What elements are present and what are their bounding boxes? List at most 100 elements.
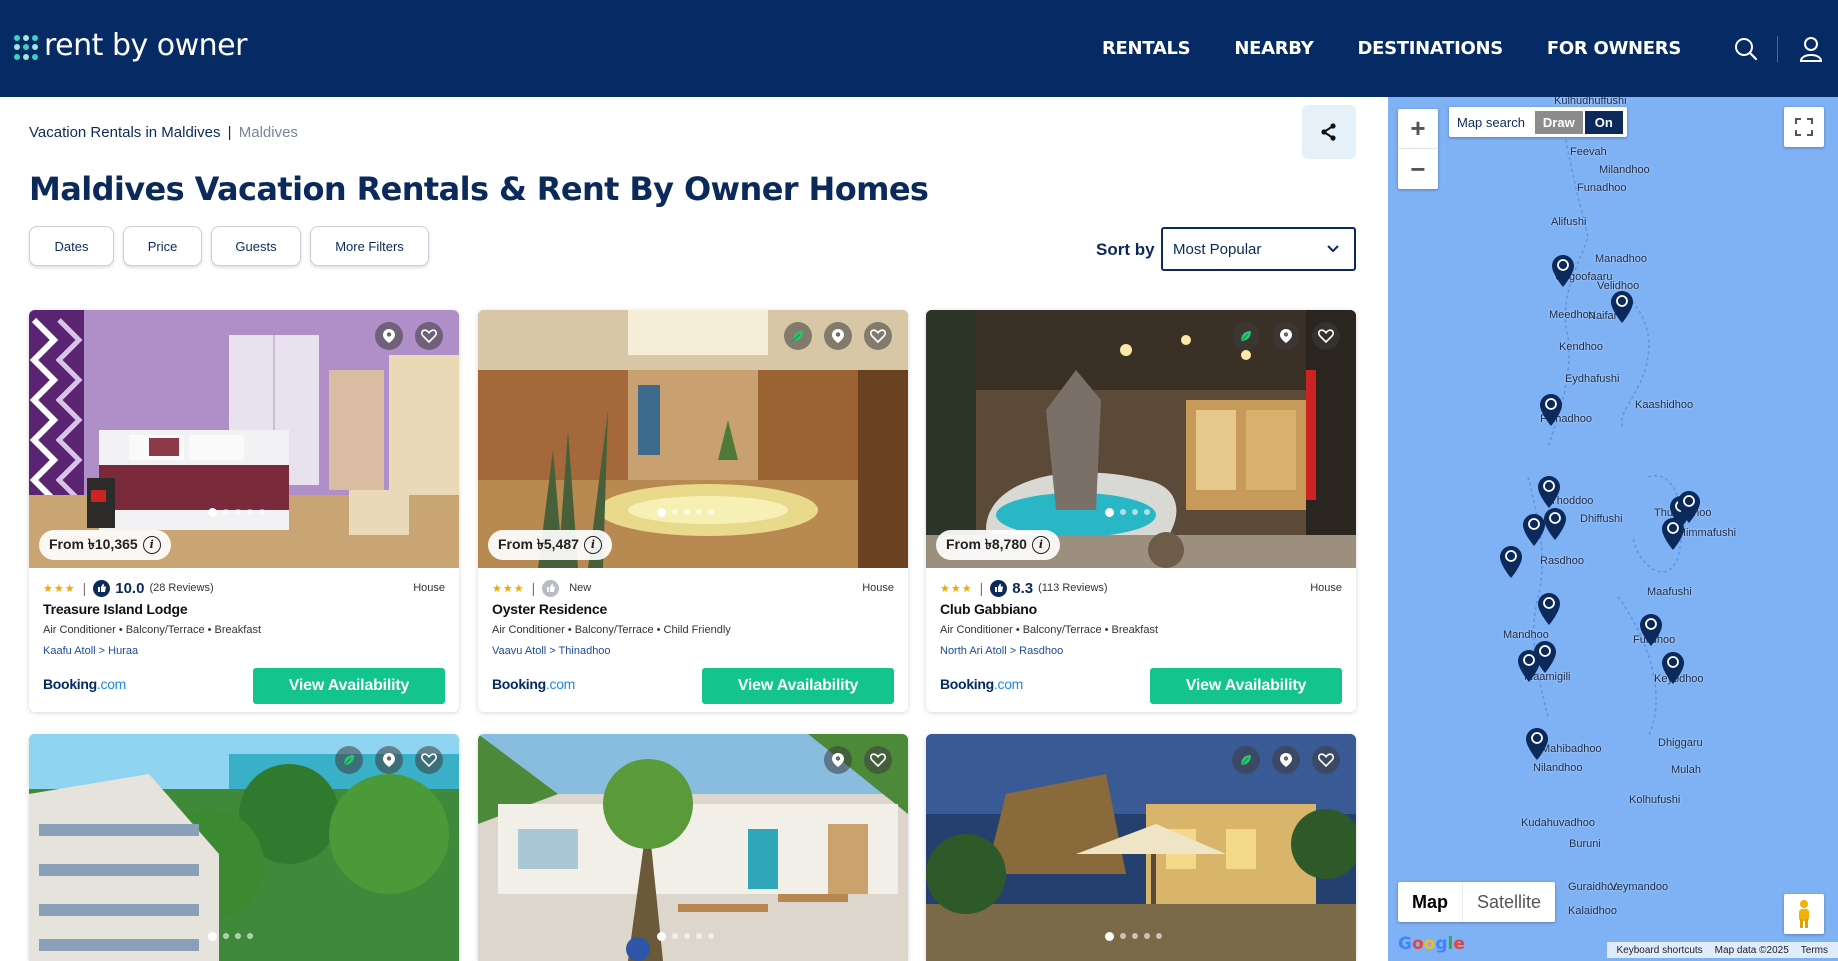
listing-card[interactable] — [478, 734, 908, 961]
heart-icon[interactable] — [1312, 746, 1340, 774]
listing-card[interactable]: From ৳5,487 i ★★★ | New House Oyster Res… — [478, 310, 908, 712]
info-icon[interactable]: i — [1031, 536, 1050, 554]
info-icon[interactable]: i — [583, 536, 602, 554]
map-marker-icon[interactable] — [1661, 651, 1685, 685]
map-search-label: Map search — [1457, 114, 1525, 130]
view-availability-button[interactable]: View Availability — [1150, 668, 1342, 704]
share-button[interactable] — [1302, 105, 1356, 159]
carousel-dots[interactable] — [1105, 508, 1156, 517]
listing-photo[interactable]: From ৳8,780 i — [926, 310, 1356, 568]
carousel-dots[interactable] — [657, 508, 720, 517]
map-pin-icon[interactable] — [375, 322, 403, 350]
carousel-dots[interactable] — [208, 932, 259, 941]
map-canvas[interactable] — [1388, 97, 1838, 961]
info-icon[interactable]: i — [142, 536, 161, 554]
heart-icon[interactable] — [1312, 322, 1340, 350]
listing-photo[interactable]: From ৳5,487 i — [478, 310, 908, 568]
map-place-label: Feevah — [1570, 146, 1607, 158]
carousel-dots[interactable] — [208, 508, 271, 517]
search-icon[interactable] — [1731, 34, 1761, 64]
logo[interactable]: rent by owner — [14, 28, 247, 63]
terms-link[interactable]: Terms — [1801, 945, 1828, 956]
listing-name[interactable]: Oyster Residence — [492, 601, 607, 617]
map-type-map-button[interactable]: Map — [1398, 882, 1463, 922]
filter-dates-button[interactable]: Dates — [29, 226, 114, 266]
review-count: (28 Reviews) — [149, 582, 214, 594]
map-pin-icon[interactable] — [375, 746, 403, 774]
booking-logo: Booking.com — [940, 676, 1024, 692]
thumbs-up-icon — [93, 579, 111, 597]
breadcrumb-parent[interactable]: Vacation Rentals in Maldives — [29, 124, 220, 141]
eco-leaf-icon — [1232, 746, 1260, 774]
review-count: (113 Reviews) — [1038, 582, 1108, 594]
draw-button[interactable]: Draw — [1534, 110, 1583, 134]
heart-icon[interactable] — [415, 322, 443, 350]
listing-location[interactable]: Kaafu Atoll > Huraa — [43, 645, 138, 657]
carousel-dots[interactable] — [657, 932, 720, 941]
map-panel[interactable]: Kulhudhuffushi Feevah Milandhoo Funadhoo… — [1388, 97, 1838, 961]
listing-location[interactable]: Vaavu Atoll > Thinadhoo — [492, 645, 611, 657]
fullscreen-button[interactable] — [1784, 107, 1824, 147]
heart-icon[interactable] — [864, 322, 892, 350]
map-marker-icon[interactable] — [1537, 592, 1561, 626]
listing-card[interactable]: From ৳8,780 i ★★★ | 8.3 (113 Reviews) Ho… — [926, 310, 1356, 712]
map-marker-icon[interactable] — [1525, 727, 1549, 761]
street-view-button[interactable] — [1784, 894, 1824, 934]
listing-card[interactable] — [29, 734, 459, 961]
map-pin-icon[interactable] — [1272, 746, 1300, 774]
listing-price: From ৳10,365 — [49, 536, 138, 552]
view-availability-button[interactable]: View Availability — [702, 668, 894, 704]
nav-destinations[interactable]: DESTINATIONS — [1357, 38, 1503, 59]
view-availability-button[interactable]: View Availability — [253, 668, 445, 704]
listing-photo[interactable] — [478, 734, 908, 961]
map-marker-icon[interactable] — [1543, 507, 1567, 541]
thumbs-up-icon — [990, 579, 1008, 597]
map-marker-icon[interactable] — [1537, 475, 1561, 509]
zoom-in-button[interactable]: + — [1398, 109, 1438, 149]
map-marker-icon[interactable] — [1551, 254, 1575, 288]
map-pin-icon[interactable] — [824, 746, 852, 774]
nav-for-owners[interactable]: FOR OWNERS — [1547, 38, 1681, 59]
keyboard-shortcuts-link[interactable]: Keyboard shortcuts — [1617, 945, 1703, 956]
map-pin-icon[interactable] — [824, 322, 852, 350]
map-place-label: Mulah — [1671, 764, 1701, 776]
filter-price-button[interactable]: Price — [123, 226, 202, 266]
filter-guests-button[interactable]: Guests — [211, 226, 301, 266]
map-marker-icon[interactable] — [1677, 490, 1701, 524]
sort-select[interactable]: Most Popular — [1161, 227, 1356, 271]
map-marker-icon[interactable] — [1639, 613, 1663, 647]
pegman-icon — [1799, 900, 1809, 928]
more-filters-button[interactable]: More Filters — [310, 226, 429, 266]
map-marker-icon[interactable] — [1517, 649, 1541, 683]
listing-location[interactable]: North Ari Atoll > Rasdhoo — [940, 645, 1063, 657]
listing-name[interactable]: Club Gabbiano — [940, 601, 1037, 617]
thumbs-up-icon — [542, 579, 560, 597]
listing-photo[interactable]: From ৳10,365 i — [29, 310, 459, 568]
map-search-on-button[interactable]: On — [1584, 110, 1623, 134]
logo-mark-icon — [14, 34, 40, 61]
zoom-out-button[interactable]: − — [1398, 149, 1438, 189]
page-title: Maldives Vacation Rentals & Rent By Owne… — [29, 170, 929, 208]
filter-bar: Dates Price Guests More Filters — [29, 226, 438, 266]
listing-name[interactable]: Treasure Island Lodge — [43, 601, 188, 617]
map-place-label: Veymandoo — [1610, 881, 1669, 893]
listing-photo[interactable] — [29, 734, 459, 961]
map-type-control: Map Satellite — [1398, 882, 1556, 922]
user-icon[interactable] — [1796, 34, 1826, 64]
heart-icon[interactable] — [864, 746, 892, 774]
map-place-label: Alifushi — [1551, 216, 1587, 228]
share-icon — [1321, 123, 1336, 141]
heart-icon[interactable] — [415, 746, 443, 774]
nav-nearby[interactable]: NEARBY — [1234, 38, 1313, 59]
map-type-satellite-button[interactable]: Satellite — [1463, 882, 1555, 922]
map-marker-icon[interactable] — [1610, 290, 1634, 324]
listing-photo[interactable] — [926, 734, 1356, 961]
map-marker-icon[interactable] — [1499, 545, 1523, 579]
map-place-label: Rasdhoo — [1540, 555, 1585, 567]
map-pin-icon[interactable] — [1272, 322, 1300, 350]
listing-card[interactable]: From ৳10,365 i ★★★ | 10.0 (28 Reviews) H… — [29, 310, 459, 712]
listing-card[interactable] — [926, 734, 1356, 961]
carousel-dots[interactable] — [1105, 932, 1168, 941]
nav-rentals[interactable]: RENTALS — [1102, 38, 1191, 59]
map-marker-icon[interactable] — [1539, 393, 1563, 427]
